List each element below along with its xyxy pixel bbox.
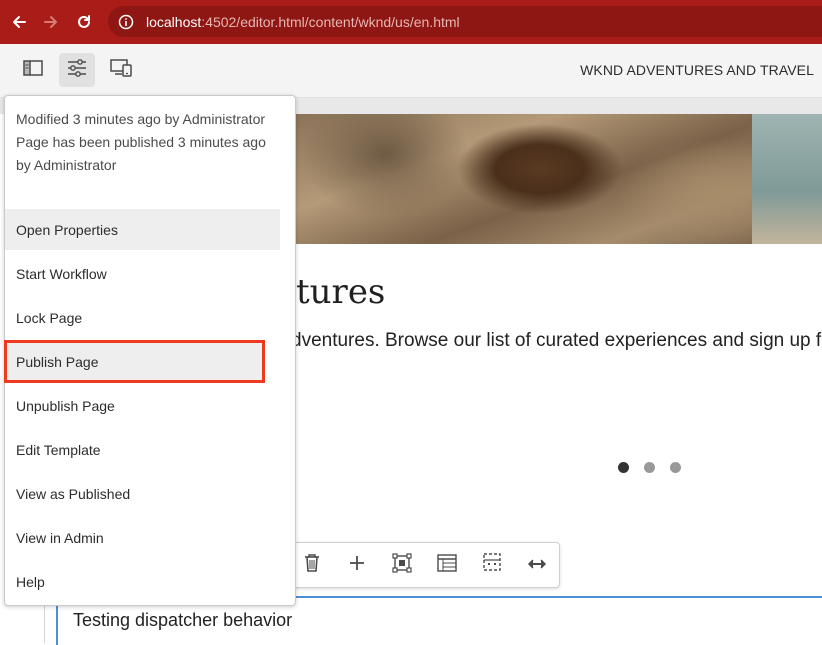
insert-component-button[interactable] [334,543,379,587]
hero-heading[interactable]: tures [296,272,385,312]
component-toolbar [288,542,560,588]
device-emulator-icon [110,59,132,81]
page-title: WKND ADVENTURES AND TRAVEL [580,62,814,78]
page-information-popover: Modified 3 minutes ago by Administrator … [4,95,296,606]
menu-item-lock-page[interactable]: Lock Page [5,297,280,338]
address-bar[interactable]: localhost:4502/editor.html/content/wknd/… [108,6,822,37]
editor-toolbar: WKND ADVENTURES AND TRAVEL [0,44,822,98]
group-select-icon [391,553,412,577]
carousel-dot[interactable] [644,462,655,473]
menu-item-edit-template[interactable]: Edit Template [5,429,280,470]
layout-button[interactable] [424,543,469,587]
resize-button[interactable] [514,543,559,587]
sliders-icon [67,59,87,81]
menu-item-view-in-admin[interactable]: View in Admin [5,517,280,558]
page-information-button[interactable] [59,53,95,87]
url-path: :4502/editor.html/content/wknd/us/en.htm… [201,13,460,30]
trash-icon [303,553,321,577]
carousel-dot[interactable] [670,462,681,473]
page-status-info: Modified 3 minutes ago by Administrator … [16,108,276,177]
plus-icon [349,555,365,575]
hero-image-water [752,114,822,244]
url-text: localhost:4502/editor.html/content/wknd/… [146,14,460,30]
back-arrow-icon[interactable] [9,10,29,34]
browser-toolbar: localhost:4502/editor.html/content/wknd/… [0,0,822,44]
hero-description[interactable]: dventures. Browse our list of curated ex… [291,330,822,352]
horizontal-resize-icon [527,556,547,575]
carousel-dot[interactable] [618,462,629,473]
emulator-button[interactable] [103,53,139,87]
form-layout-icon [482,553,501,577]
menu-item-start-workflow[interactable]: Start Workflow [5,253,280,294]
modified-info: Modified 3 minutes ago by Administrator [16,111,266,127]
menu-item-help[interactable]: Help [5,561,280,602]
reload-icon[interactable] [74,10,94,34]
configure-button[interactable] [469,543,514,587]
menu-item-unpublish-page[interactable]: Unpublish Page [5,385,280,426]
forward-arrow-icon[interactable] [41,10,61,34]
table-layout-icon [436,554,457,576]
component-text: Testing dispatcher behavior [73,610,293,630]
group-button[interactable] [379,543,424,587]
menu-item-publish-page[interactable]: Publish Page [4,340,265,383]
menu-item-view-as-published[interactable]: View as Published [5,473,280,514]
side-panel-icon [23,60,43,80]
menu-item-open-properties[interactable]: Open Properties [5,209,280,250]
site-info-icon[interactable] [116,12,136,32]
url-host: localhost [146,13,202,30]
side-panel-toggle-button[interactable] [15,53,51,87]
published-info: Page has been published 3 minutes ago by… [16,134,266,173]
hero-image[interactable] [295,114,822,244]
carousel-indicators [618,462,681,473]
